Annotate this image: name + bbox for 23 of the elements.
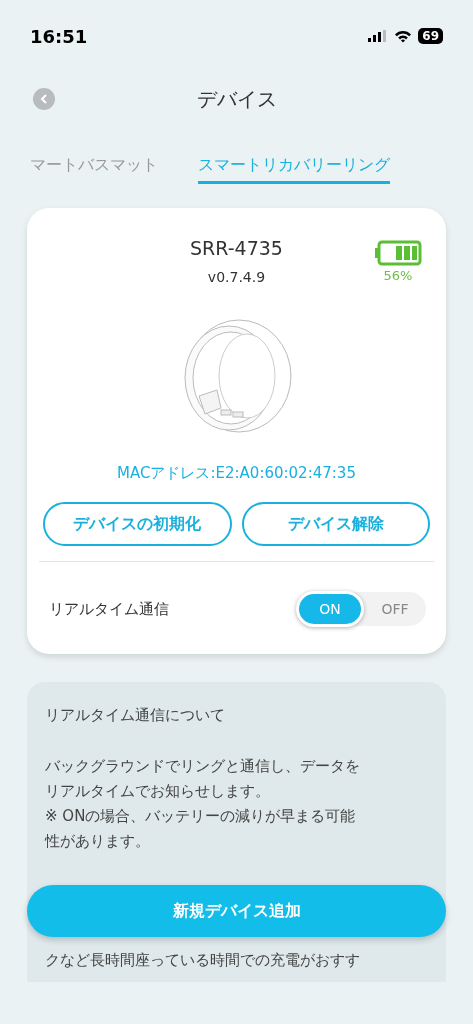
status-time: 16:51 — [30, 24, 88, 49]
firmware-version: v0.7.4.9 — [207, 267, 266, 287]
battery-percent: 56% — [383, 267, 413, 285]
add-device-button[interactable]: 新規デバイス追加 — [27, 885, 446, 937]
outline-button[interactable]: デバイス解除 — [241, 502, 430, 546]
page-title: デバイス — [196, 86, 277, 113]
setting-label: リアルタイム通信 — [49, 598, 169, 620]
back-button[interactable] — [33, 88, 55, 110]
mac-address: MACアドレス:E2:A0:60:02:47:35 — [117, 462, 356, 484]
outline-button[interactable]: デバイスの初期化 — [43, 502, 232, 546]
toggle-option[interactable]: OFF — [364, 592, 426, 626]
signal-icon — [368, 30, 389, 42]
wifi-icon — [394, 29, 413, 43]
toggle-option[interactable]: ON — [296, 591, 364, 627]
info-title: リアルタイム通信について — [45, 705, 226, 726]
battery-icon — [374, 240, 422, 266]
tab[interactable]: マートバスマット — [30, 153, 158, 184]
info-text-line: クなど長時間座っている時間での充電がおすす — [45, 950, 361, 971]
battery-status: 69 — [418, 28, 443, 44]
tab[interactable]: スマートリカバリーリング — [198, 153, 390, 184]
device-name: SRR-4735 — [190, 236, 283, 261]
info-paragraph: バックグラウンドでリングと通信し、データをリアルタイムでお知らせします。 ※ ONの場合、バッテリーの減りが早まる可能性があります。 — [45, 756, 361, 852]
chevron-left-icon — [40, 94, 48, 104]
